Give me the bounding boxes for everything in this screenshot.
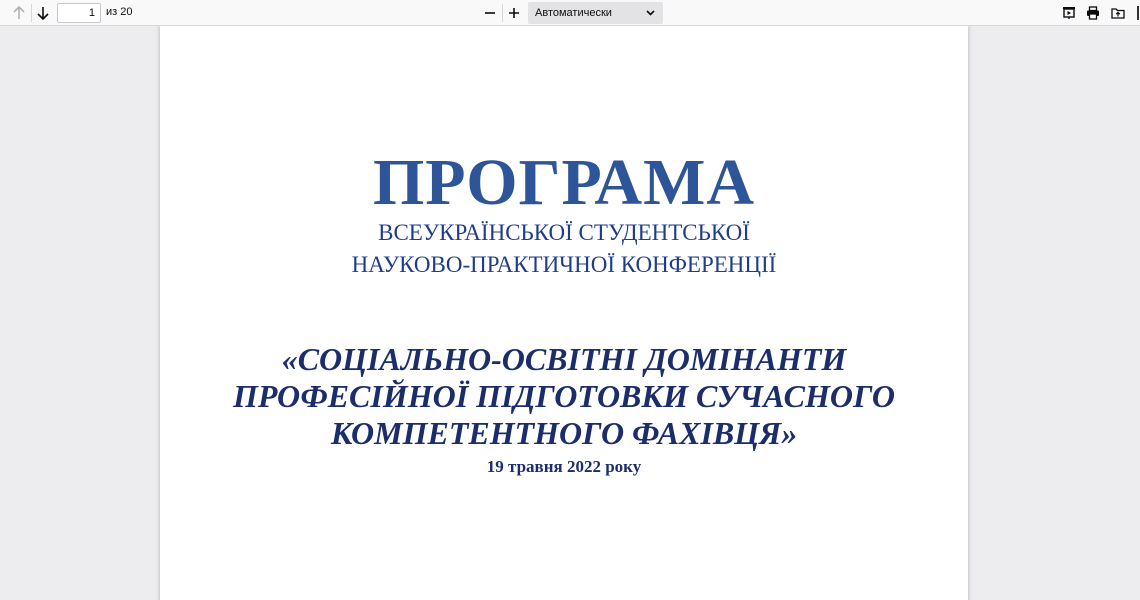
print-button[interactable] — [1082, 2, 1104, 24]
zoom-out-button[interactable] — [479, 2, 501, 24]
arrow-up-icon — [13, 6, 25, 19]
presentation-mode-button[interactable] — [1058, 2, 1080, 24]
zoom-select-value: Автоматически — [535, 7, 612, 19]
zoom-in-button[interactable] — [503, 2, 525, 24]
plus-icon — [509, 8, 519, 18]
arrow-down-icon — [37, 7, 49, 20]
conference-theme-line-1: «СОЦІАЛЬНО-ОСВІТНІ ДОМІНАНТИ — [281, 341, 847, 377]
toolbar-overflow-edge — [1137, 6, 1139, 20]
conference-theme-line-2: ПРОФЕСІЙНОЇ ПІДГОТОВКИ СУЧАСНОГО — [232, 378, 896, 414]
document-subtitle-line-2: НАУКОВО-ПРАКТИЧНОЇ КОНФЕРЕНЦІЇ — [351, 252, 777, 277]
zoom-select[interactable]: Автоматически — [528, 2, 663, 24]
open-file-button[interactable] — [1107, 2, 1129, 24]
next-page-button[interactable] — [32, 2, 54, 24]
print-icon — [1087, 6, 1099, 20]
previous-page-button[interactable] — [8, 2, 30, 24]
presentation-icon — [1063, 7, 1075, 19]
document-subtitle-line-1: ВСЕУКРАЇНСЬКОЇ СТУДЕНТСЬКОЇ — [378, 220, 750, 245]
document-viewer[interactable]: ПРОГРАМА ВСЕУКРАЇНСЬКОЇ СТУДЕНТСЬКОЇ НАУ… — [0, 26, 1140, 600]
chevron-down-icon — [646, 10, 655, 16]
pdf-page: ПРОГРАМА ВСЕУКРАЇНСЬКОЇ СТУДЕНТСЬКОЇ НАУ… — [160, 26, 968, 600]
conference-theme-line-3: КОМПЕТЕНТНОГО ФАХІВЦЯ» — [330, 415, 798, 451]
minus-icon — [485, 12, 495, 14]
conference-date: 19 травня 2022 року — [486, 457, 642, 476]
open-file-icon — [1111, 8, 1125, 19]
page-count-label: из 20 — [106, 6, 133, 18]
pdf-toolbar: из 20 Автоматически — [0, 0, 1140, 26]
document-title: ПРОГРАМА — [372, 146, 756, 219]
page-number-input[interactable] — [57, 3, 101, 23]
